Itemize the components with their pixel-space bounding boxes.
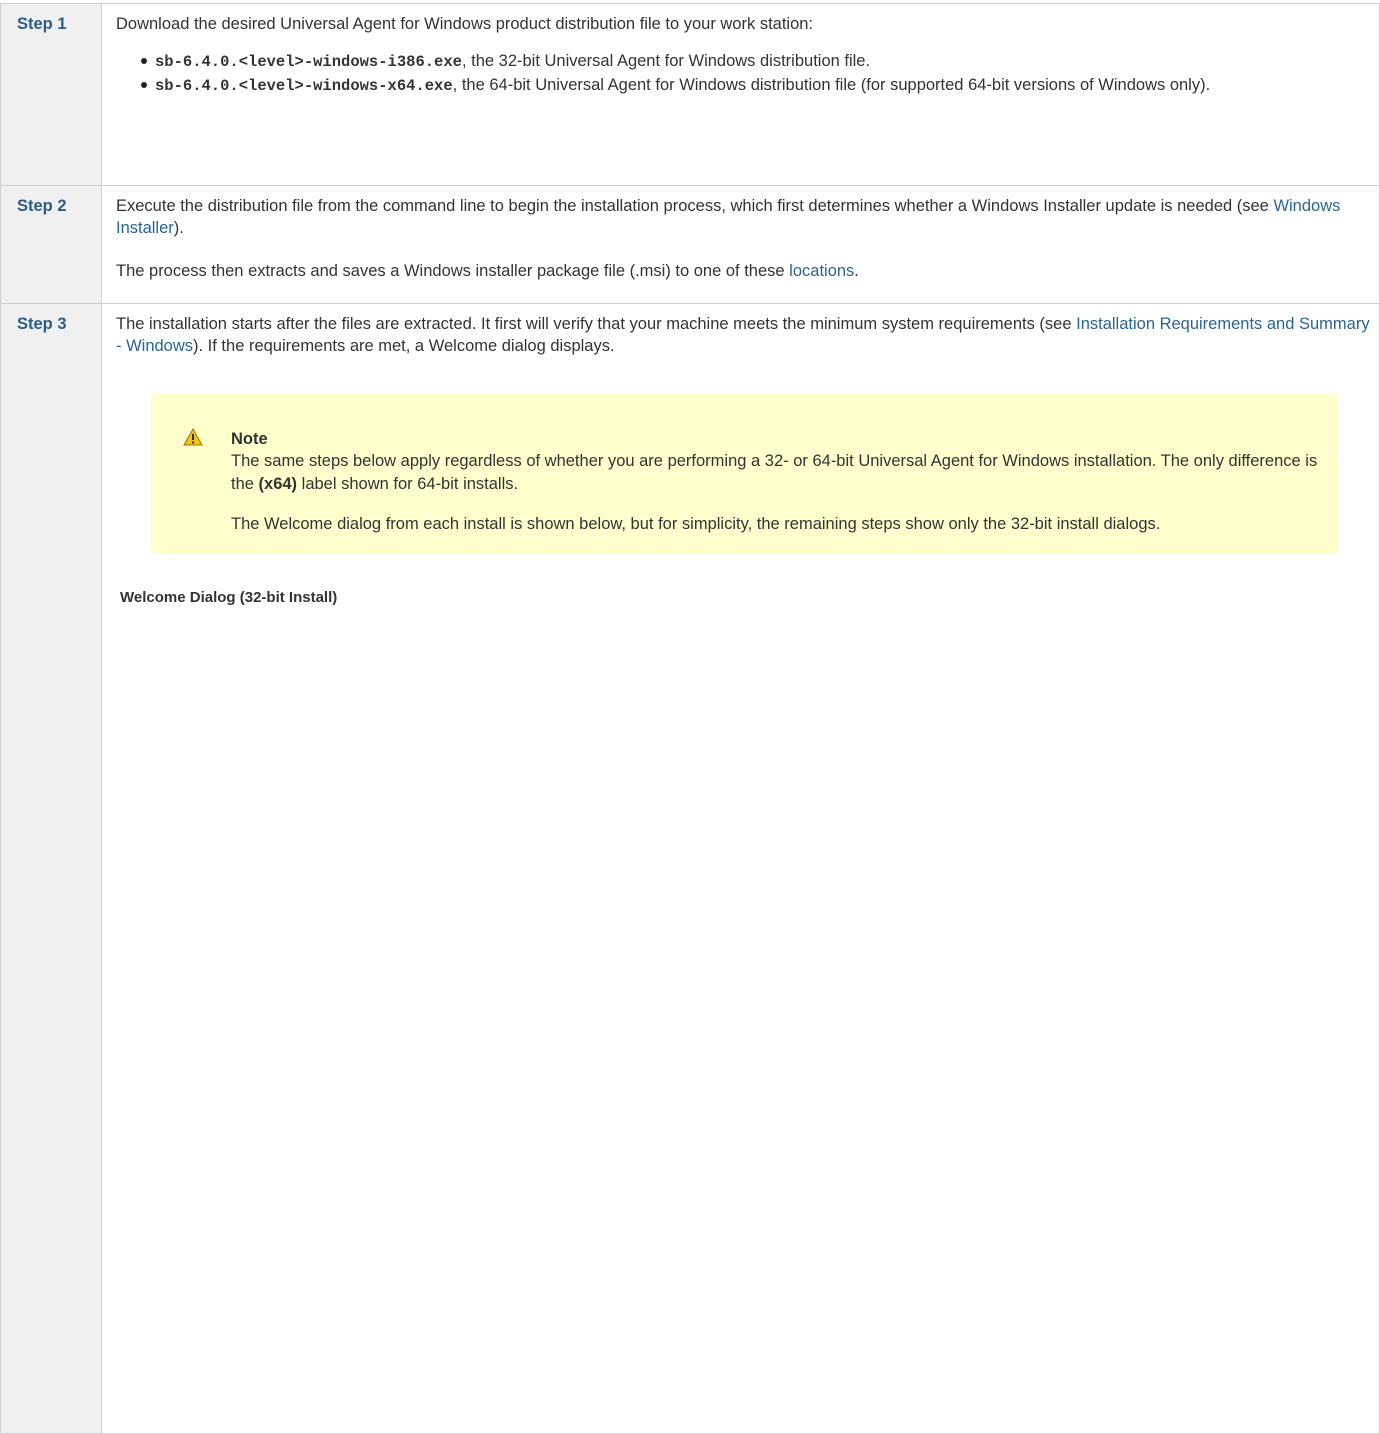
- x64-label: (x64): [258, 474, 298, 493]
- warning-icon: [183, 427, 203, 446]
- note-box: Note The same steps below apply regardle…: [151, 393, 1338, 554]
- file-desc: , the 64-bit Universal Agent for Windows…: [452, 76, 1211, 95]
- step-row: Step 1 Download the desired Universal Ag…: [0, 3, 1380, 186]
- step-label-cell: Step 3: [0, 303, 102, 1434]
- step-intro: Download the desired Universal Agent for…: [116, 15, 814, 33]
- text-run: The process then extracts and saves a Wi…: [116, 261, 790, 280]
- steps-table: Step 1 Download the desired Universal Ag…: [0, 3, 1380, 1434]
- bullet-icon: [141, 82, 147, 89]
- file-desc: , the 32-bit Universal Agent for Windows…: [461, 52, 871, 71]
- locations-link[interactable]: locations: [789, 262, 854, 280]
- text-run: label shown for 64-bit installs.: [297, 474, 519, 493]
- text-run: ).: [173, 219, 184, 238]
- step-label: Step 1: [17, 15, 67, 33]
- step-content: Download the desired Universal Agent for…: [101, 3, 1380, 186]
- note-paragraph: The same steps below apply regardless of…: [231, 450, 1318, 496]
- step-label: Step 3: [17, 315, 67, 333]
- file-list: sb-6.4.0.<level>-windows-i386.exe, the 3…: [116, 51, 1371, 97]
- step-row: Step 3 The installation starts after the…: [0, 303, 1380, 1434]
- file-name: sb-6.4.0.<level>-windows-x64.exe: [155, 77, 453, 96]
- text-run: Execute the distribution file from the c…: [116, 197, 1274, 215]
- step-label-cell: Step 2: [0, 185, 102, 304]
- note-paragraph: The Welcome dialog from each install is …: [231, 515, 1161, 534]
- step-paragraph: The process then extracts and saves a Wi…: [116, 260, 1371, 282]
- step-label: Step 2: [17, 197, 67, 215]
- step-content: The installation starts after the files …: [101, 303, 1380, 1434]
- text-run: The installation starts after the files …: [116, 315, 1077, 333]
- step-paragraph: Execute the distribution file from the c…: [116, 195, 1371, 240]
- file-name: sb-6.4.0.<level>-windows-i386.exe: [155, 53, 462, 72]
- welcome-dialog-caption: Welcome Dialog (32-bit Install): [120, 588, 338, 606]
- note-title: Note: [231, 429, 268, 448]
- step-content: Execute the distribution file from the c…: [101, 185, 1380, 304]
- text-run: ). If the requirements are met, a Welcom…: [193, 337, 615, 356]
- text-run: .: [854, 261, 859, 280]
- list-item: sb-6.4.0.<level>-windows-x64.exe, the 64…: [141, 75, 1371, 97]
- step-label-cell: Step 1: [0, 3, 102, 186]
- step-row: Step 2 Execute the distribution file fro…: [0, 185, 1380, 304]
- step-paragraph: The installation starts after the files …: [116, 313, 1371, 358]
- bullet-icon: [141, 58, 147, 65]
- list-item: sb-6.4.0.<level>-windows-i386.exe, the 3…: [141, 51, 1371, 73]
